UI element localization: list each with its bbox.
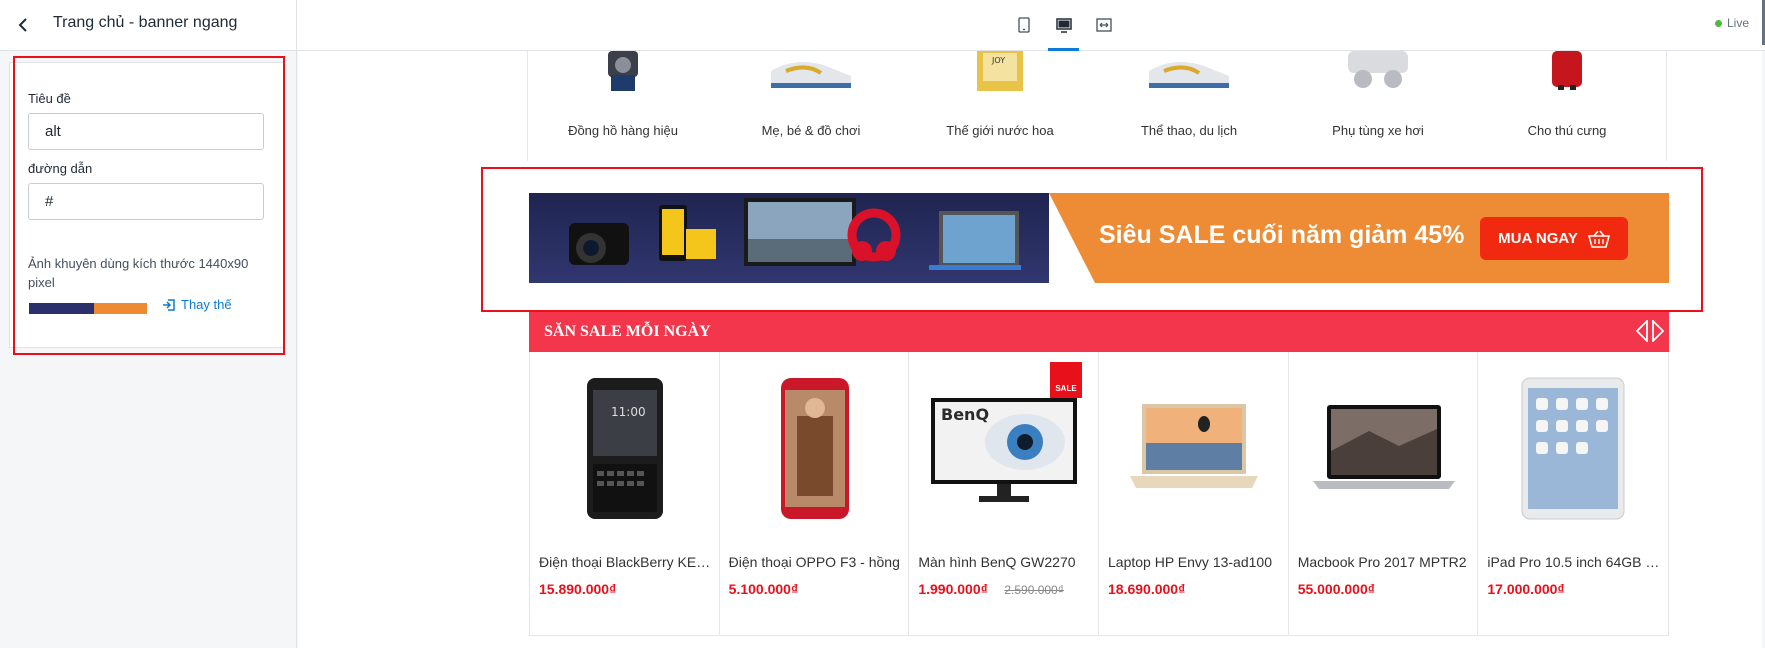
category-label: Đồng hồ hàng hiệu: [568, 123, 678, 138]
product-price: 1.990.000₫: [918, 581, 988, 597]
category-item[interactable]: JOY Thế giới nước hoa: [905, 51, 1095, 161]
live-dot-icon: [1715, 19, 1722, 27]
fullwidth-view-button[interactable]: [1088, 10, 1119, 40]
live-status: Live: [1715, 16, 1749, 30]
product-price: 18.690.000₫: [1108, 581, 1186, 597]
category-item[interactable]: Cho thú cưng: [1472, 51, 1662, 161]
category-label: Cho thú cưng: [1527, 123, 1607, 138]
mobile-view-button[interactable]: [1008, 10, 1039, 40]
product-name: Màn hình BenQ GW2270: [918, 554, 1076, 570]
product-card[interactable]: 11:00 Điện thoại BlackBerry KEYone 15.89…: [530, 352, 720, 636]
settings-sidebar: Tiêu đề alt đường dẫn # Ảnh khuyên dùng …: [0, 51, 297, 648]
product-image: [1493, 369, 1653, 527]
product-image: [1304, 369, 1464, 527]
product-card[interactable]: BenQ SALE Màn hình BenQ GW2270 1.990.000…: [909, 352, 1100, 636]
sale-badge: SALE: [1050, 362, 1083, 398]
category-row: Đồng hồ hàng hiệu Mẹ, bé & đồ chơi JOY T…: [527, 51, 1667, 161]
product-name: Điện thoại BlackBerry KEYone: [539, 554, 711, 570]
top-bar: Trang chủ - banner ngang Live: [0, 0, 1765, 51]
shoe-image: [771, 62, 851, 88]
product-old-price: 2.590.000₫: [1004, 583, 1064, 597]
page-title: Trang chủ - banner ngang: [53, 14, 238, 31]
banner-thumbnail: [29, 303, 147, 314]
daily-sale-header: SĂN SALE MỖI NGÀY: [529, 312, 1669, 352]
product-name: Laptop HP Envy 13-ad100: [1108, 554, 1272, 570]
product-card[interactable]: Laptop HP Envy 13-ad100 18.690.000₫: [1099, 352, 1289, 636]
horizontal-banner[interactable]: Siêu SALE cuối năm giảm 45% MUA NGAY: [529, 193, 1669, 283]
svg-text:JOY: JOY: [991, 56, 1005, 65]
sale-product-list: 11:00 Điện thoại BlackBerry KEYone 15.89…: [529, 352, 1669, 636]
live-label: Live: [1727, 16, 1750, 30]
category-label: Thể thao, du lịch: [1140, 123, 1238, 138]
title-input[interactable]: alt: [28, 113, 264, 150]
divider: [296, 0, 297, 51]
product-price: 15.890.000₫: [539, 581, 617, 597]
back-button[interactable]: [10, 12, 36, 38]
product-card[interactable]: Điện thoại OPPO F3 - hồng 5.100.000₫: [720, 352, 910, 636]
product-name: Điện thoại OPPO F3 - hồng: [728, 554, 900, 570]
benq-logo: BenQ: [941, 405, 989, 424]
mobile-icon: [1017, 17, 1030, 33]
product-name: Macbook Pro 2017 MPTR2: [1297, 554, 1467, 570]
category-label: Mẹ, bé & đồ chơi: [761, 123, 861, 138]
basket-icon: [1587, 230, 1610, 248]
replace-image-button[interactable]: Thay thế: [162, 297, 232, 312]
category-label: Thế giới nước hoa: [946, 123, 1054, 138]
banner-settings-card: Tiêu đề alt đường dẫn # Ảnh khuyên dùng …: [9, 62, 284, 348]
perfume-image: JOY: [977, 51, 1023, 91]
category-item[interactable]: Thể thao, du lịch: [1094, 51, 1284, 161]
product-card[interactable]: Macbook Pro 2017 MPTR2 55.000.000₫: [1289, 352, 1479, 636]
image-size-hint: Ảnh khuyên dùng kích thước 1440x90 pixel: [28, 256, 249, 290]
device-switcher: [1008, 10, 1119, 51]
category-item[interactable]: Đồng hồ hàng hiệu: [528, 51, 718, 161]
pet-carrier-image: [1552, 51, 1582, 90]
product-image: 11:00: [545, 369, 705, 527]
link-label: đường dẫn: [28, 161, 93, 176]
replace-label: Thay thế: [181, 297, 232, 312]
product-price: 17.000.000₫: [1487, 581, 1565, 597]
chevron-left-icon: [18, 18, 27, 32]
prev-arrow-icon[interactable]: [1635, 320, 1649, 342]
product-name: iPad Pro 10.5 inch 64GB Wifi: [1487, 554, 1660, 570]
daily-sale-title: SĂN SALE MỖI NGÀY: [544, 323, 711, 340]
watch-image: [608, 51, 638, 91]
svg-text:11:00: 11:00: [611, 405, 646, 419]
sport-shoe-image: [1149, 62, 1229, 88]
replace-icon: [163, 298, 175, 311]
product-price: 5.100.000₫: [728, 581, 799, 597]
category-item[interactable]: Mẹ, bé & đồ chơi: [716, 51, 906, 161]
buy-now-button[interactable]: MUA NGAY: [1480, 217, 1628, 260]
next-arrow-icon[interactable]: [1651, 320, 1665, 342]
product-price: 55.000.000₫: [1297, 581, 1375, 597]
banner-sale-text: Siêu SALE cuối năm giảm 45%: [1099, 221, 1465, 249]
preview-canvas: Đồng hồ hàng hiệu Mẹ, bé & đồ chơi JOY T…: [298, 51, 1762, 648]
category-item[interactable]: Phụ tùng xe hơi: [1283, 51, 1473, 161]
product-card[interactable]: iPad Pro 10.5 inch 64GB Wifi 17.000.000₫: [1478, 352, 1668, 636]
link-input[interactable]: #: [28, 183, 264, 220]
desktop-icon: [1055, 17, 1072, 33]
car-part-image: [1348, 51, 1408, 88]
buy-now-label: MUA NGAY: [1498, 230, 1578, 247]
product-image: [1114, 369, 1274, 527]
product-image: [735, 369, 895, 527]
carousel-arrows: [1635, 320, 1665, 342]
desktop-view-button[interactable]: [1048, 10, 1079, 51]
electronics-image: [569, 198, 1021, 270]
banner-products-area: [529, 193, 1049, 283]
category-label: Phụ tùng xe hơi: [1332, 123, 1424, 138]
fullwidth-icon: [1095, 18, 1112, 32]
title-label: Tiêu đề: [28, 91, 71, 106]
